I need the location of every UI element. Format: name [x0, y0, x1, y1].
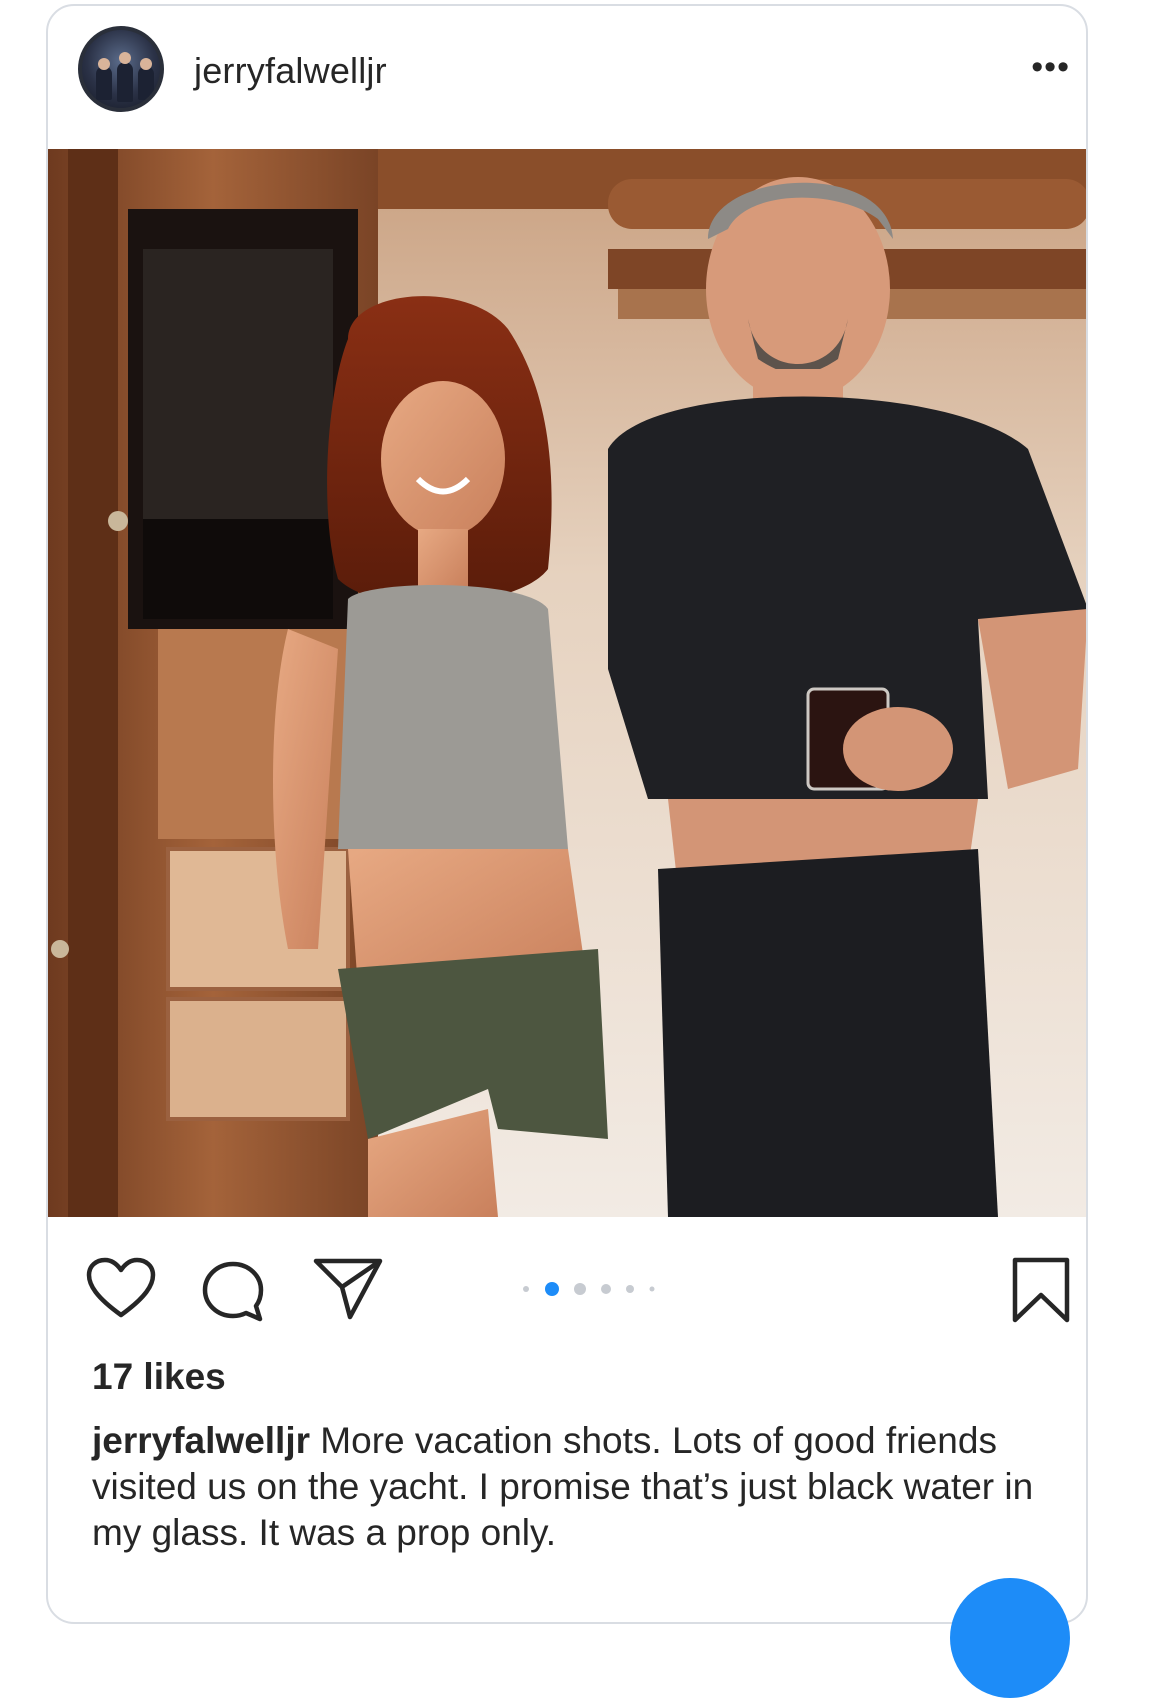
comment-icon[interactable] [200, 1259, 266, 1330]
avatar-figure-head [140, 58, 152, 70]
share-icon[interactable] [312, 1255, 384, 1326]
floating-action-button[interactable] [950, 1578, 1070, 1698]
carousel-dot [574, 1283, 586, 1295]
profile-avatar[interactable] [78, 26, 164, 112]
post-username[interactable]: jerryfalwelljr [194, 50, 387, 92]
avatar-figure-head [98, 58, 110, 70]
carousel-dot [523, 1286, 529, 1292]
bookmark-icon[interactable] [1010, 1255, 1072, 1330]
post-photo[interactable] [48, 149, 1086, 1217]
avatar-figure [96, 66, 112, 100]
carousel-dot [626, 1285, 634, 1293]
caption-username[interactable]: jerryfalwelljr [92, 1420, 310, 1461]
heart-icon[interactable] [86, 1257, 156, 1324]
carousel-dot [601, 1284, 611, 1294]
avatar-figure [138, 66, 154, 100]
likes-count[interactable]: 17 likes [92, 1356, 226, 1398]
post-caption: jerryfalwelljr More vacation shots. Lots… [92, 1418, 1052, 1556]
avatar-figure-head [119, 52, 131, 64]
post-photo-illustration [48, 149, 1086, 1217]
avatar-figure [117, 62, 133, 102]
carousel-dot [649, 1286, 655, 1292]
post-header: jerryfalwelljr ••• [48, 6, 1086, 148]
more-horizontal-icon[interactable]: ••• [1031, 50, 1070, 84]
carousel-indicator [523, 1282, 655, 1296]
carousel-dot-active [545, 1282, 559, 1296]
instagram-post-card: jerryfalwelljr ••• 17 likes jerryfalwell… [46, 4, 1088, 1624]
